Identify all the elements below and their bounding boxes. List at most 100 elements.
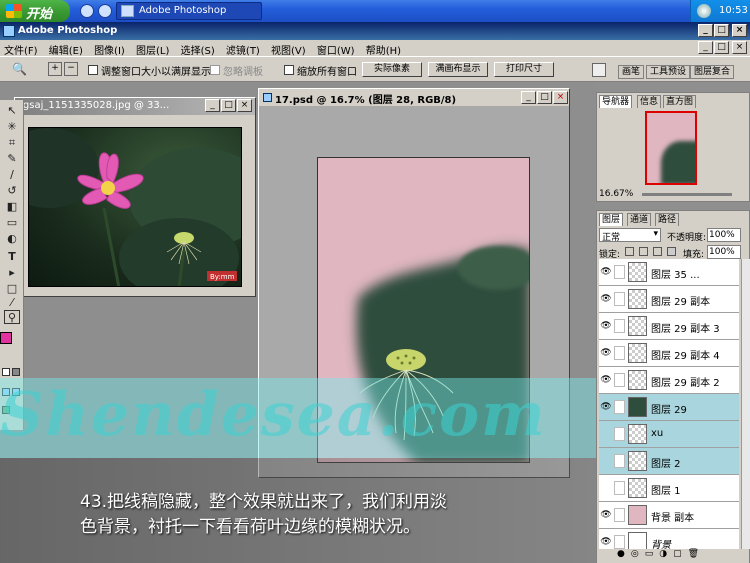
link-box[interactable] — [614, 265, 625, 279]
photo-maximize-button[interactable]: □ — [221, 99, 236, 112]
layer-row[interactable]: xu — [599, 421, 739, 448]
eye-hidden-slot[interactable] — [600, 481, 612, 495]
tab-navigator[interactable]: 导航器 — [599, 95, 633, 108]
layer-row[interactable]: 👁 背景 副本 — [599, 502, 739, 529]
navigator-preview[interactable] — [645, 111, 697, 185]
link-box[interactable] — [614, 346, 625, 360]
doc-close-button[interactable]: × — [732, 41, 747, 54]
main-minimize-button[interactable]: _ — [521, 91, 536, 104]
menu-view[interactable]: 视图(V) — [267, 40, 310, 57]
eye-icon[interactable]: 👁 — [600, 535, 612, 549]
media-icon[interactable] — [98, 4, 112, 18]
eye-icon[interactable]: 👁 — [600, 400, 612, 414]
path-selection-icon[interactable]: ▸ — [4, 266, 20, 280]
maximize-button[interactable]: □ — [714, 24, 729, 37]
doc-minimize-button[interactable]: _ — [698, 41, 713, 54]
link-box[interactable] — [614, 454, 625, 468]
menu-window[interactable]: 窗口(W) — [313, 40, 359, 57]
menu-image[interactable]: 图像(I) — [90, 40, 129, 57]
zoom-out-icon[interactable]: − — [64, 62, 78, 76]
move-tool-icon[interactable]: ↖ — [4, 104, 20, 118]
ignore-palettes-checkbox[interactable] — [210, 65, 220, 75]
layers-scrollbar[interactable] — [741, 259, 750, 549]
print-size-button[interactable]: 打印尺寸 — [494, 62, 554, 77]
opacity-field[interactable]: 100% — [707, 228, 741, 242]
standard-mode-icon[interactable] — [2, 368, 10, 376]
minimize-button[interactable]: _ — [698, 24, 713, 37]
layer-row[interactable]: 👁 图层 35 ... — [599, 259, 739, 286]
healing-brush-icon[interactable]: ✎ — [4, 152, 20, 166]
link-box[interactable] — [614, 400, 625, 414]
layer-row-selected[interactable]: 👁 图层 29 — [599, 394, 739, 421]
link-box[interactable] — [614, 373, 625, 387]
eye-icon[interactable]: 👁 — [600, 319, 612, 333]
eye-icon[interactable]: 👁 — [600, 346, 612, 360]
menu-file[interactable]: 文件(F) — [0, 40, 42, 57]
magic-wand-icon[interactable]: ✳ — [4, 120, 20, 134]
layer-row[interactable]: 图层 1 — [599, 475, 739, 502]
photo-close-button[interactable]: × — [237, 99, 252, 112]
lock-transparency-icon[interactable] — [625, 247, 634, 256]
menu-help[interactable]: 帮助(H) — [362, 40, 405, 57]
menu-edit[interactable]: 编辑(E) — [45, 40, 87, 57]
eye-icon[interactable]: 👁 — [600, 373, 612, 387]
tab-tool-presets[interactable]: 工具预设 — [646, 65, 691, 79]
adjustment-icon[interactable]: ◑ — [659, 549, 673, 559]
menu-select[interactable]: 选择(S) — [177, 40, 219, 57]
speaker-icon[interactable] — [697, 4, 711, 18]
dodge-tool-icon[interactable]: ◐ — [4, 232, 20, 246]
gradient-tool-icon[interactable]: ▭ — [4, 216, 20, 230]
layer-row[interactable]: 👁 图层 29 副本 3 — [599, 313, 739, 340]
tab-paths[interactable]: 路径 — [655, 213, 680, 226]
link-box[interactable] — [614, 481, 625, 495]
link-box[interactable] — [614, 292, 625, 306]
photo-minimize-button[interactable]: _ — [205, 99, 220, 112]
fill-field[interactable]: 100% — [707, 245, 741, 259]
resize-windows-checkbox[interactable] — [88, 65, 98, 75]
new-layer-icon[interactable]: ▢ — [673, 549, 688, 559]
layer-row[interactable]: 👁 图层 29 副本 2 — [599, 367, 739, 394]
layer-row[interactable]: 👁 背景 — [599, 529, 739, 549]
history-brush-icon[interactable]: ↺ — [4, 184, 20, 198]
fit-screen-button[interactable]: 满画布显示 — [428, 62, 488, 77]
tab-brushes[interactable]: 画笔 — [618, 65, 645, 79]
lock-position-icon[interactable] — [653, 247, 662, 256]
close-button[interactable]: × — [732, 24, 747, 37]
type-tool-icon[interactable]: T — [4, 250, 20, 264]
eye-icon[interactable]: 👁 — [600, 292, 612, 306]
link-box[interactable] — [614, 319, 625, 333]
crop-tool-icon[interactable]: ⌗ — [4, 136, 20, 150]
lock-all-icon[interactable] — [667, 247, 676, 256]
quickmask-mode-icon[interactable] — [12, 368, 20, 376]
taskbar-photoshop-button[interactable]: Adobe Photoshop — [116, 2, 262, 20]
zoom-tool-icon[interactable]: 🔍 — [12, 62, 28, 77]
menu-filter[interactable]: 滤镜(T) — [222, 40, 264, 57]
eye-icon[interactable]: 👁 — [600, 265, 612, 279]
menu-layer[interactable]: 图层(L) — [132, 40, 173, 57]
brush-tool-icon[interactable]: ∕ — [4, 168, 20, 182]
eye-hidden-slot[interactable] — [600, 427, 612, 441]
blend-mode-select[interactable]: 正常 ▾ — [599, 228, 661, 243]
start-button[interactable]: 开始 — [0, 0, 70, 22]
doc-restore-button[interactable]: □ — [714, 41, 729, 54]
layer-style-icon[interactable]: ● — [617, 549, 631, 559]
palette-well-icon[interactable] — [592, 63, 606, 77]
tab-layer-comps[interactable]: 图层复合 — [690, 65, 735, 79]
tab-layers[interactable]: 图层 — [599, 213, 624, 226]
link-box[interactable] — [614, 427, 625, 441]
eyedropper-icon[interactable]: ⁄ — [4, 296, 20, 310]
tab-info[interactable]: 信息 — [637, 95, 662, 108]
ie-icon[interactable] — [80, 4, 94, 18]
tab-channels[interactable]: 通道 — [627, 213, 652, 226]
eraser-tool-icon[interactable]: ◧ — [4, 200, 20, 214]
main-maximize-button[interactable]: □ — [537, 91, 552, 104]
shape-tool-icon[interactable]: □ — [4, 282, 20, 296]
layer-row[interactable]: 👁 图层 29 副本 4 — [599, 340, 739, 367]
mask-icon[interactable]: ◎ — [631, 549, 645, 559]
tab-histogram[interactable]: 直方图 — [663, 95, 697, 108]
lock-pixels-icon[interactable] — [639, 247, 648, 256]
navigator-zoom-slider[interactable] — [642, 193, 732, 196]
zoom-in-icon[interactable]: + — [48, 62, 62, 76]
actual-pixels-button[interactable]: 实际像素 — [362, 62, 422, 77]
zoom-tool-box-icon[interactable]: ⚲ — [4, 310, 20, 324]
